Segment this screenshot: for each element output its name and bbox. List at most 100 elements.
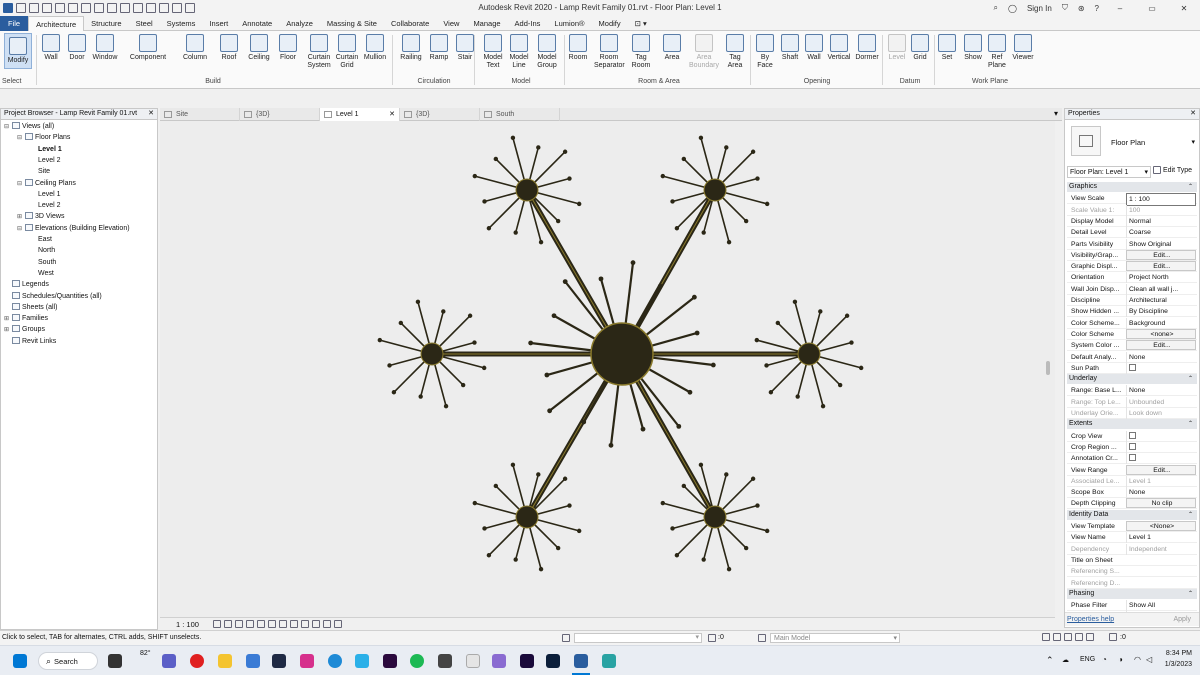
ribbon-tool-vertical[interactable]: Vertical	[827, 31, 851, 77]
contextual-tab-dropdown-icon[interactable]: ⊡ ▾	[628, 16, 654, 31]
expand-toggle-icon[interactable]: ⊟	[17, 224, 25, 235]
property-value[interactable]: Background	[1126, 317, 1196, 329]
ribbon-tool-area-boundary[interactable]: Area Boundary	[689, 31, 719, 77]
tree-item[interactable]: Sheets (all)	[4, 302, 57, 313]
property-edit-button[interactable]: Edit...	[1126, 249, 1196, 260]
premiere-icon[interactable]	[383, 654, 397, 668]
select-links-icon[interactable]	[1042, 633, 1050, 641]
design-options-icon[interactable]	[758, 634, 766, 642]
taskbar-search[interactable]: ⌕ Search	[38, 652, 98, 670]
instagram-icon[interactable]	[300, 654, 314, 668]
ribbon-tool-dormer[interactable]: Dormer	[854, 31, 880, 77]
search-icon[interactable]: ⌕	[994, 3, 998, 13]
ribbon-group-label[interactable]: Build	[38, 78, 388, 88]
tree-item[interactable]: Schedules/Quantities (all)	[4, 291, 102, 302]
sun-path-icon[interactable]	[234, 620, 243, 628]
property-section-header[interactable]: Graphics ⌃	[1067, 182, 1197, 192]
after-effects-icon[interactable]	[520, 654, 534, 668]
view-tab[interactable]: South	[480, 108, 560, 121]
user-icon[interactable]: ◯	[1008, 4, 1017, 13]
ribbon-tool-ramp[interactable]: Ramp	[428, 31, 450, 77]
media-player-icon[interactable]	[466, 654, 480, 668]
tree-item[interactable]: ⊞ Groups	[4, 324, 45, 335]
video-editor-icon[interactable]	[492, 654, 506, 668]
onscreen-app-icon[interactable]	[438, 654, 452, 668]
ribbon-tool-by-face[interactable]: By Face	[754, 31, 776, 77]
revit-taskbar-icon[interactable]	[574, 654, 588, 668]
property-value[interactable]: Show All	[1126, 600, 1196, 612]
wifi-icon[interactable]: ◠	[1134, 655, 1141, 664]
canvas-scrollbar[interactable]	[1046, 121, 1052, 617]
drawing-canvas[interactable]	[160, 121, 1055, 617]
tree-item[interactable]: East	[30, 234, 52, 245]
ribbon-tool-room-separator[interactable]: Room Separator	[594, 31, 625, 77]
ribbon-group-label[interactable]: Opening	[752, 78, 882, 88]
store-icon[interactable]	[355, 654, 369, 668]
ribbon-tool-viewer[interactable]: Viewer	[1011, 31, 1035, 77]
ribbon-tab[interactable]: Architecture	[28, 15, 85, 31]
crop-view-icon[interactable]	[256, 620, 265, 628]
expand-toggle-icon[interactable]: ⊟	[17, 179, 25, 190]
property-checkbox-cell[interactable]	[1126, 362, 1196, 374]
detail-level-icon[interactable]	[212, 620, 221, 628]
ribbon-tab[interactable]: Structure	[84, 16, 128, 31]
property-value[interactable]: Clean all wall j...	[1126, 283, 1196, 295]
ribbon-tool-show[interactable]: Show	[962, 31, 984, 77]
ribbon-tool-model-text[interactable]: Model Text	[481, 31, 505, 77]
cart-icon[interactable]: ⛉	[1062, 3, 1068, 13]
app-tray-icon[interactable]: ◔	[1102, 655, 1107, 664]
property-value[interactable]: Architectural	[1126, 295, 1196, 306]
view-tab[interactable]: {3D}	[240, 108, 320, 121]
property-checkbox-cell[interactable]	[1126, 441, 1196, 453]
lock-3d-icon[interactable]	[278, 620, 287, 628]
property-edit-button[interactable]: Edit...	[1126, 464, 1196, 475]
ribbon-tool-wall[interactable]: Wall	[40, 31, 62, 77]
ribbon-tool-tag-room[interactable]: Tag Room	[628, 31, 654, 77]
ribbon-tool-floor[interactable]: Floor	[276, 31, 300, 77]
tree-item[interactable]: ⊟ Elevations (Building Elevation)	[17, 223, 130, 234]
tree-item[interactable]: Revit Links	[4, 336, 56, 347]
tree-item[interactable]: ⊟ Views (all)	[4, 121, 54, 132]
reveal-hidden-icon[interactable]	[300, 620, 309, 628]
tray-icon[interactable]: ☁	[1062, 656, 1069, 664]
maximize-button[interactable]: ▭	[1141, 4, 1163, 13]
checkbox[interactable]	[1129, 363, 1136, 371]
weather-temp[interactable]: 82°	[140, 650, 151, 657]
analytical-model-icon[interactable]	[322, 620, 331, 628]
tree-item[interactable]: ⊞ 3D Views	[17, 211, 64, 222]
ribbon-group-label[interactable]: Room & Area	[566, 78, 752, 88]
design-option-dropdown[interactable]: Main Model ▾	[770, 633, 900, 643]
ribbon-tab[interactable]: Manage	[466, 16, 507, 31]
ribbon-tab[interactable]: Massing & Site	[320, 16, 384, 31]
property-value[interactable]: None	[1126, 351, 1196, 363]
workset-icon[interactable]	[562, 634, 570, 642]
tree-item[interactable]: ⊟ Floor Plans	[17, 132, 70, 143]
property-value[interactable]: None	[1126, 487, 1196, 499]
language-indicator[interactable]: ENG	[1080, 656, 1095, 663]
property-value[interactable]: Show Original	[1126, 238, 1196, 250]
task-view-icon[interactable]	[108, 654, 122, 668]
lightroom-icon[interactable]	[272, 654, 286, 668]
app-icon[interactable]	[602, 654, 616, 668]
ribbon-tool-model-line[interactable]: Model Line	[507, 31, 531, 77]
properties-help-link[interactable]: Properties help	[1067, 616, 1114, 623]
close-icon[interactable]: ✕	[148, 109, 154, 117]
ribbon-group-label[interactable]: Select	[0, 78, 34, 88]
property-value[interactable]: Project North	[1126, 272, 1196, 284]
property-value[interactable]: Level 1	[1126, 532, 1196, 544]
checkbox[interactable]	[1129, 454, 1136, 462]
exchange-icon[interactable]: ⊛	[1078, 4, 1085, 13]
tree-item[interactable]: Site	[30, 166, 50, 177]
app-tray-icon[interactable]: ◑	[1118, 655, 1123, 664]
ribbon-tool-door[interactable]: Door	[66, 31, 88, 77]
shadows-icon[interactable]	[245, 620, 254, 628]
ribbon-tool-window[interactable]: Window	[91, 31, 119, 77]
property-value[interactable]: None	[1126, 385, 1196, 397]
ribbon-group-label[interactable]: Work Plane	[936, 78, 1044, 88]
ribbon-tab[interactable]: Lumion®	[547, 16, 591, 31]
ribbon-tool-level[interactable]: Level	[886, 31, 908, 77]
teams-icon[interactable]	[162, 654, 176, 668]
ribbon-tool-grid[interactable]: Grid	[910, 31, 930, 77]
tree-item[interactable]: Level 2	[30, 200, 61, 211]
drag-elements-icon[interactable]	[1086, 633, 1094, 641]
